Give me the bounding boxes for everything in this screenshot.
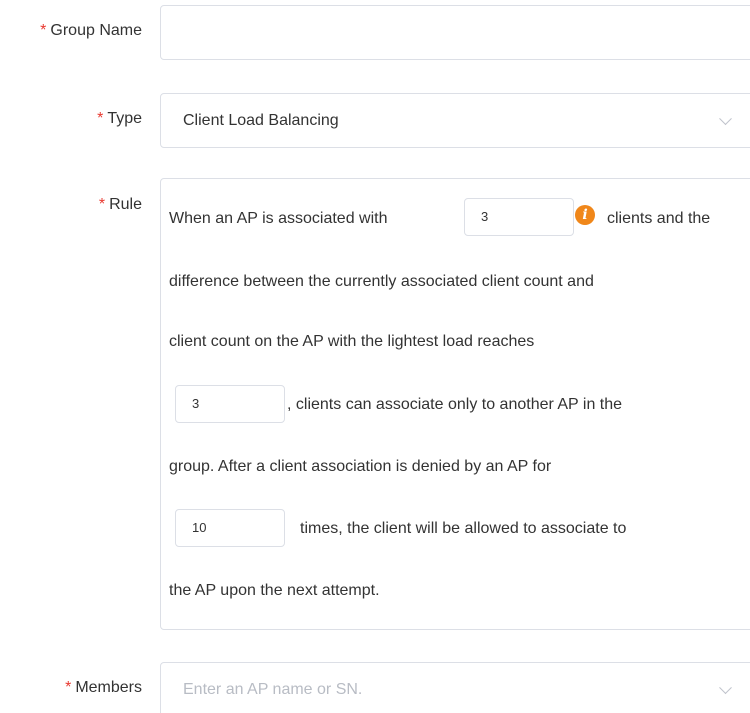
difference-threshold-input[interactable]: 3 <box>175 385 285 423</box>
rule-text-line1-suffix: clients and the <box>607 210 711 227</box>
load-balancing-group-form: * Group Name * Type Client Load Balancing … <box>0 0 750 713</box>
rule-box: When an AP is associated with 3 i client… <box>160 178 750 630</box>
rule-text-line7: the AP upon the next attempt. <box>169 582 380 599</box>
required-mark: * <box>65 679 72 696</box>
clients-threshold-input[interactable]: 3 <box>464 198 574 236</box>
required-mark: * <box>40 22 47 39</box>
group-name-input[interactable] <box>160 5 750 60</box>
rule-label: * Rule <box>98 196 142 213</box>
chevron-down-icon <box>719 680 732 694</box>
rule-text-line5: group. After a client association is den… <box>169 458 552 475</box>
rule-text-line4-suffix: , clients can associate only to another … <box>287 396 623 413</box>
type-select[interactable]: Client Load Balancing <box>160 93 750 148</box>
rule-text-line2: difference between the currently associa… <box>169 273 594 290</box>
type-label: * Type <box>97 110 142 127</box>
members-label: * Members <box>65 679 142 696</box>
rule-text-line1: When an AP is associated with <box>169 210 388 227</box>
rule-text-line6-suffix: times, the client will be allowed to ass… <box>300 520 627 537</box>
info-icon[interactable]: i <box>575 205 595 225</box>
members-select[interactable]: Enter an AP name or SN. <box>160 662 750 713</box>
chevron-down-icon <box>719 111 732 125</box>
type-selected-value: Client Load Balancing <box>183 111 339 129</box>
required-mark: * <box>98 196 106 213</box>
required-mark: * <box>97 110 104 127</box>
deny-times-input[interactable]: 10 <box>175 509 285 547</box>
members-placeholder: Enter an AP name or SN. <box>183 680 363 698</box>
rule-text-line3: client count on the AP with the lightest… <box>169 333 535 350</box>
group-name-label: * Group Name <box>40 22 142 39</box>
